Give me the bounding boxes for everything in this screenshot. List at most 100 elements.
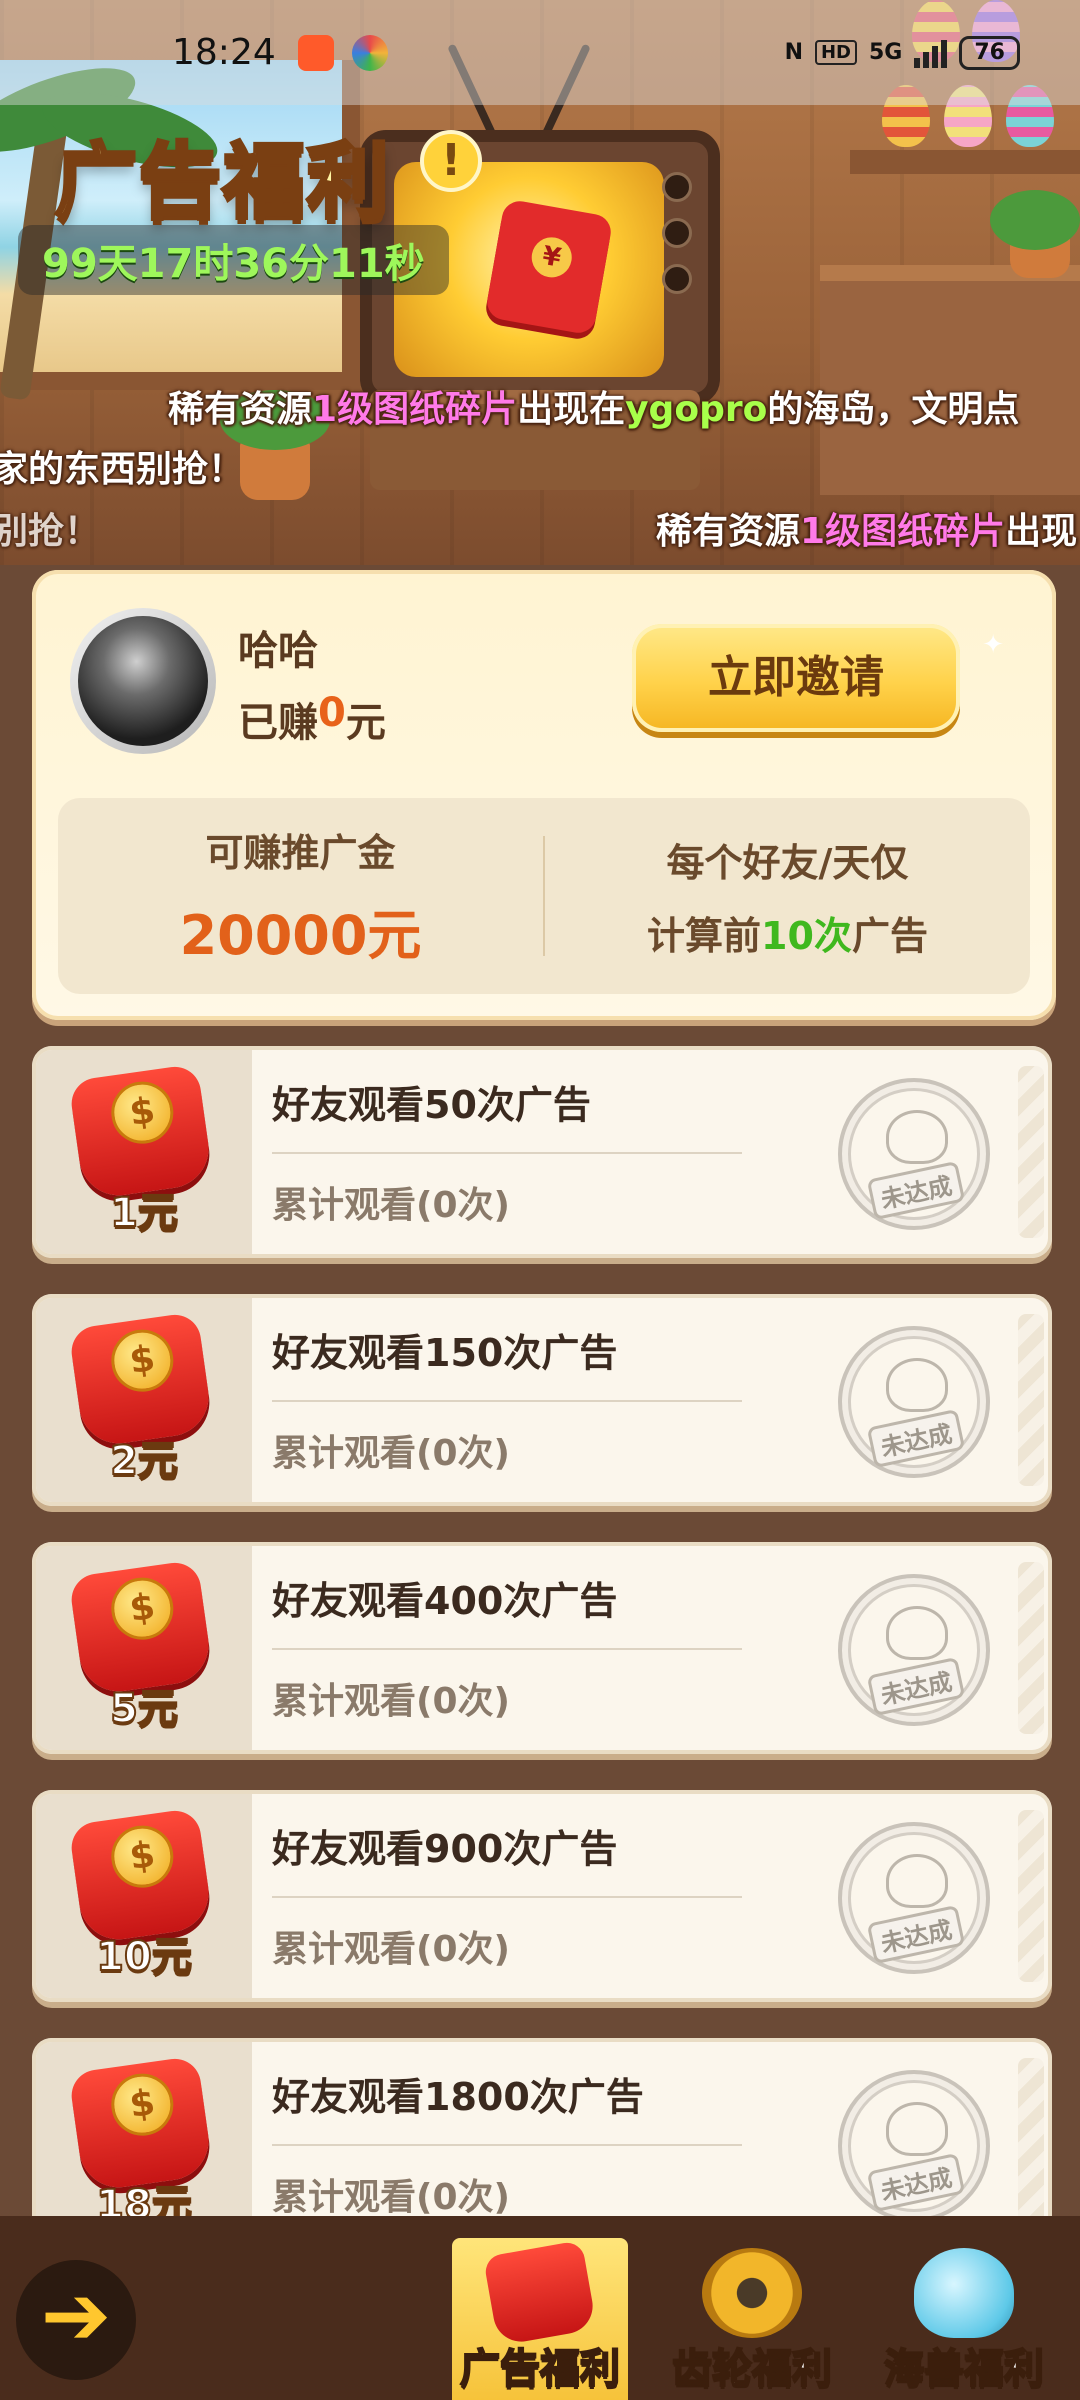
promo-reward-value: 20000元: [179, 904, 422, 967]
daily-limit-line1: 每个好友/天仅: [666, 841, 909, 885]
task-progress: 累计观看(0次): [272, 1185, 510, 1226]
marquee-line-2: 家的东西别抢！: [0, 449, 245, 490]
daily-limit-stat: 每个好友/天仅 计算前10次广告: [545, 832, 1030, 960]
task-title: 好友观看400次广告: [272, 1579, 618, 1623]
countdown-timer: 99天17时36分11秒: [18, 225, 449, 295]
task-progress: 累计观看(0次): [272, 2177, 510, 2218]
invite-card: 哈哈 已赚 0 元 立即邀请 ✦ 可赚推广金 20000元 每个好友/天仅 计算前1…: [32, 570, 1056, 1020]
tab-label: 齿轮福利: [671, 2345, 833, 2393]
task-progress: 累计观看(0次): [272, 1929, 510, 1970]
dinosaur-icon: [886, 2102, 948, 2156]
bottom-nav: ➔ 广告福利 齿轮福利 海兽福利: [0, 2216, 1080, 2400]
dinosaur-icon: [886, 1854, 948, 1908]
tab-label: 海兽福利: [883, 2345, 1045, 2393]
status-bar: 18:24 N HD 5G 76: [0, 0, 1080, 105]
hd-icon: HD: [814, 40, 857, 65]
reward-amount: 2元: [109, 1437, 179, 1485]
user-name: 哈哈: [238, 628, 318, 674]
task-progress: 累计观看(0次): [272, 1433, 510, 1474]
dollar-coin-icon: $: [107, 1077, 178, 1148]
task-divider: [272, 1152, 742, 1154]
not-achieved-stamp: 未达成: [838, 1078, 990, 1230]
daily-limit-line2: 计算前10次广告: [647, 914, 928, 958]
task-row[interactable]: $2元 好友观看150次广告 累计观看(0次) 未达成: [32, 1294, 1052, 1506]
marquee-line-3-right: 稀有资源1级图纸碎片出现: [656, 511, 1078, 552]
not-achieved-stamp: 未达成: [838, 1574, 990, 1726]
avatar-frame: [70, 608, 216, 754]
browser-notification-icon: [351, 34, 388, 71]
not-achieved-stamp: 未达成: [838, 1326, 990, 1478]
tv-knobs: [662, 172, 696, 294]
dollar-coin-icon: $: [107, 1573, 178, 1644]
task-row[interactable]: $1元 好友观看50次广告 累计观看(0次) 未达成: [32, 1046, 1052, 1258]
invite-stats: 可赚推广金 20000元 每个好友/天仅 计算前10次广告: [58, 798, 1030, 994]
card-edge-decoration: [1018, 1314, 1044, 1486]
whale-icon: [914, 2248, 1014, 2338]
tab-gear-benefits[interactable]: 齿轮福利: [664, 2238, 840, 2400]
battery-icon: 76: [959, 35, 1020, 70]
marquee-line-3-left: 别抢！: [0, 511, 101, 552]
red-envelope-icon: [482, 2240, 598, 2346]
status-time: 18:24: [172, 32, 276, 73]
dinosaur-icon: [886, 1358, 948, 1412]
reward-panel: $5元: [36, 1546, 252, 1750]
stamp-label: 未达成: [866, 1904, 966, 1965]
stamp-label: 未达成: [866, 2152, 966, 2213]
dollar-coin-icon: $: [107, 2069, 178, 2140]
earned-amount: 已赚 0 元: [238, 690, 386, 748]
task-divider: [272, 1400, 742, 1402]
task-divider: [272, 2144, 742, 2146]
gear-icon: [702, 2248, 802, 2338]
task-divider: [272, 1648, 742, 1650]
signal-icon: [914, 38, 948, 68]
app-notification-icon: [297, 34, 334, 71]
card-edge-decoration: [1018, 1066, 1044, 1238]
dollar-coin-icon: $: [107, 1325, 178, 1396]
card-edge-decoration: [1018, 2058, 1044, 2230]
reward-panel: $2元: [36, 1298, 252, 1502]
not-achieved-stamp: 未达成: [838, 1822, 990, 1974]
arrow-left-icon: ➔: [40, 2266, 112, 2364]
status-indicators: N HD 5G 76: [784, 35, 1020, 70]
task-title: 好友观看50次广告: [272, 1083, 591, 1127]
reward-panel: $10元: [36, 1794, 252, 1998]
red-envelope-icon: [484, 198, 614, 336]
card-edge-decoration: [1018, 1562, 1044, 1734]
reward-amount: 10元: [95, 1933, 193, 1981]
reward-panel: $1元: [36, 1050, 252, 1254]
plant-leaves: [990, 190, 1080, 250]
promo-reward-stat: 可赚推广金 20000元: [58, 822, 543, 970]
earned-value: 0: [318, 690, 346, 736]
earned-label: 已赚: [238, 700, 318, 746]
tab-ad-benefits[interactable]: 广告福利: [452, 2238, 628, 2400]
sparkle-icon: ✦: [982, 630, 1004, 660]
not-achieved-stamp: 未达成: [838, 2070, 990, 2222]
tab-sea-beast-benefits[interactable]: 海兽福利: [876, 2238, 1052, 2400]
exclamation-icon[interactable]: !: [420, 130, 482, 192]
dinosaur-icon: [886, 1110, 948, 1164]
stamp-label: 未达成: [866, 1408, 966, 1469]
task-progress: 累计观看(0次): [272, 1681, 510, 1722]
stamp-label: 未达成: [866, 1656, 966, 1717]
egg-shelf: [850, 150, 1080, 174]
back-button[interactable]: ➔: [16, 2260, 136, 2380]
task-title: 好友观看1800次广告: [272, 2075, 644, 2119]
task-divider: [272, 1896, 742, 1898]
earned-unit: 元: [345, 700, 386, 746]
task-row[interactable]: $5元 好友观看400次广告 累计观看(0次) 未达成: [32, 1542, 1052, 1754]
dinosaur-icon: [886, 1606, 948, 1660]
nfc-icon: N: [784, 40, 803, 65]
network-type: 5G: [869, 40, 903, 65]
task-row[interactable]: $10元 好友观看900次广告 累计观看(0次) 未达成: [32, 1790, 1052, 2002]
avatar[interactable]: [78, 616, 208, 746]
reward-amount: 1元: [109, 1189, 179, 1237]
stamp-label: 未达成: [866, 1160, 966, 1221]
invite-now-button[interactable]: 立即邀请: [632, 624, 960, 732]
marquee-line-1: 稀有资源1级图纸碎片出现在ygopro的海岛，文明点: [168, 389, 1020, 430]
promo-reward-label: 可赚推广金: [205, 831, 396, 875]
dollar-coin-icon: $: [107, 1821, 178, 1892]
page-title: 广告福利: [53, 133, 392, 232]
tab-label: 广告福利: [459, 2345, 621, 2393]
task-title: 好友观看150次广告: [272, 1331, 618, 1375]
card-edge-decoration: [1018, 1810, 1044, 1982]
